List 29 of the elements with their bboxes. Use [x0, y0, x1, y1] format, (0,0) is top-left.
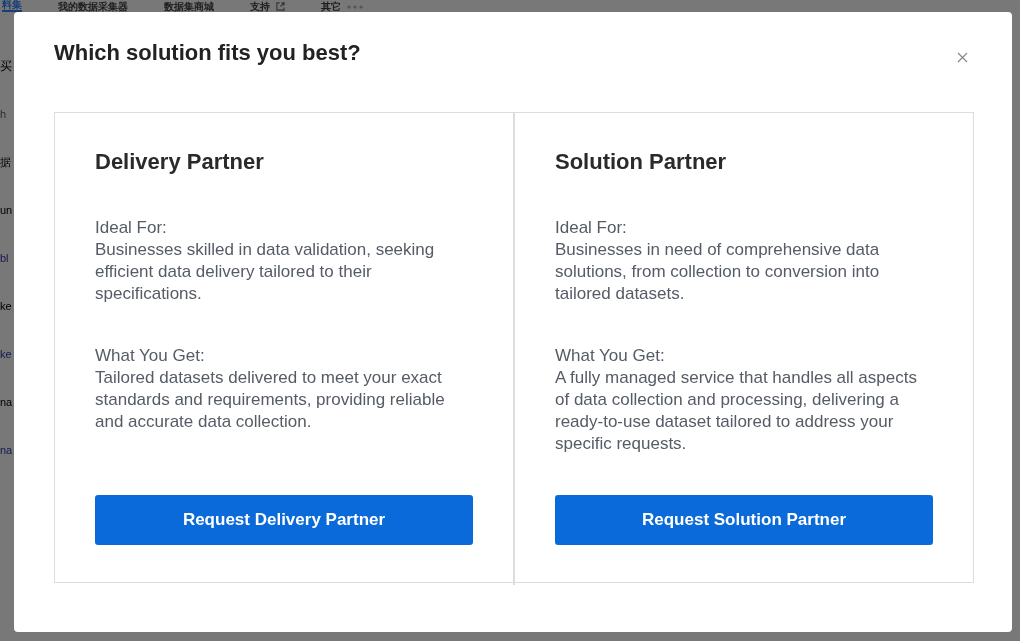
background-text: na	[0, 444, 14, 456]
background-text: na	[0, 396, 14, 408]
what-you-get-text: Tailored datasets delivered to meet your exact standards and requirements, providing reliable and accurate data collection.	[95, 367, 446, 433]
background-text: h	[0, 108, 8, 120]
close-icon	[957, 52, 968, 63]
ideal-for-label: Ideal For:	[95, 217, 168, 239]
nav-tab[interactable]: 数据集商城	[164, 1, 214, 12]
background-text: 买	[0, 60, 13, 72]
what-you-get-label: What You Get:	[95, 345, 206, 367]
dialog-title: Which solution fits you best?	[54, 40, 361, 66]
option-title: Delivery Partner	[95, 149, 265, 175]
request-button[interactable]: Request Delivery Partner	[95, 495, 473, 545]
nav-tab[interactable]: 我的数据采集器	[58, 1, 128, 12]
ideal-for-text: Businesses skilled in data validation, seeking efficient data delivery tailored to their specifications.	[95, 239, 436, 305]
background-text: un	[0, 204, 14, 216]
nav-tab[interactable]: 支持	[250, 1, 285, 12]
more-icon	[347, 4, 363, 9]
background-text: bl	[0, 252, 10, 264]
ideal-for-label: Ideal For:	[555, 217, 628, 239]
what-you-get-text: A fully managed service that handles all aspects of data collection and processing, delivering a ready-to-use dataset tailored to address your specific requests.	[555, 367, 918, 455]
nav-tab[interactable]: 其它	[321, 1, 363, 12]
option-title: Solution Partner	[555, 149, 728, 175]
what-you-get-label: What You Get:	[555, 345, 666, 367]
ideal-for-text: Businesses in need of comprehensive data solutions, from collection to conversion into tailored datasets.	[555, 239, 881, 305]
background-text: ke	[0, 348, 13, 360]
background-text: ke	[0, 300, 13, 312]
external-link-icon	[276, 2, 285, 11]
background-text: 据	[0, 156, 12, 168]
request-button[interactable]: Request Solution Partner	[555, 495, 933, 545]
